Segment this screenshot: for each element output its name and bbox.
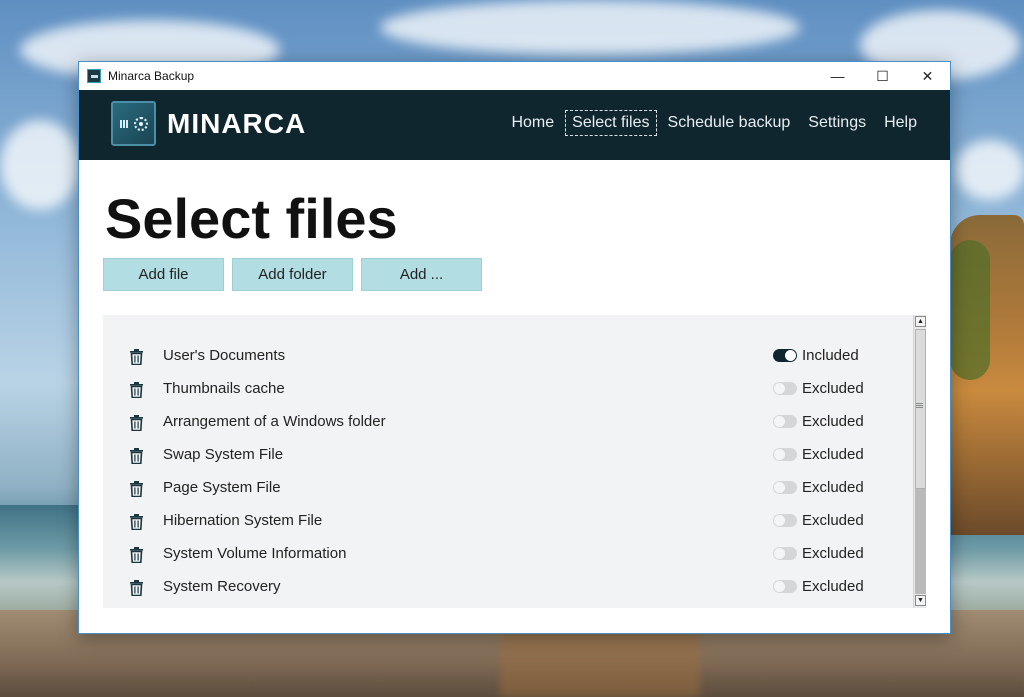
page-title: Select files	[105, 187, 398, 250]
nav-help[interactable]: Help	[877, 110, 924, 136]
include-toggle[interactable]	[773, 514, 797, 527]
list-item: Page System File Excluded	[103, 471, 913, 504]
nav-home[interactable]: Home	[504, 110, 561, 136]
scrollbar-grip-icon	[916, 403, 923, 409]
nav-select-files[interactable]: Select files	[565, 110, 657, 136]
title-bar: Minarca Backup — ☐ ✕	[79, 62, 950, 90]
action-buttons: Add file Add folder Add ...	[103, 258, 490, 291]
add-folder-button[interactable]: Add folder	[232, 258, 353, 291]
scroll-down-icon[interactable]: ▼	[915, 595, 926, 606]
nav-schedule-backup[interactable]: Schedule backup	[661, 110, 798, 136]
list-item-label: Page System File	[163, 479, 281, 496]
trash-icon[interactable]	[129, 448, 144, 464]
include-toggle[interactable]	[773, 382, 797, 395]
app-window: Minarca Backup — ☐ ✕ MINARCA Home Select…	[78, 61, 951, 634]
trash-icon[interactable]	[129, 349, 144, 365]
scroll-up-icon[interactable]: ▲	[915, 316, 926, 327]
include-status: Excluded	[802, 446, 864, 463]
trash-icon[interactable]	[129, 547, 144, 563]
close-button[interactable]: ✕	[905, 62, 950, 90]
list-item: System Recovery Excluded	[103, 570, 913, 603]
vertical-scrollbar[interactable]: ▲ ▼	[913, 315, 926, 608]
include-toggle[interactable]	[773, 448, 797, 461]
maximize-button[interactable]: ☐	[860, 62, 905, 90]
add-file-button[interactable]: Add file	[103, 258, 224, 291]
add-more-button[interactable]: Add ...	[361, 258, 482, 291]
list-item-label: Thumbnails cache	[163, 380, 285, 397]
list-item: User's Documents Included	[103, 339, 913, 372]
include-status: Excluded	[802, 380, 864, 397]
nav-settings[interactable]: Settings	[801, 110, 873, 136]
list-item: Hibernation System File Excluded	[103, 504, 913, 537]
minarca-logo-icon	[111, 101, 156, 146]
include-status: Excluded	[802, 578, 864, 595]
include-status: Excluded	[802, 413, 864, 430]
include-toggle[interactable]	[773, 415, 797, 428]
list-item: System Volume Information Excluded	[103, 537, 913, 570]
list-item: Arrangement of a Windows folder Excluded	[103, 405, 913, 438]
include-status: Included	[802, 347, 859, 364]
list-item-label: Hibernation System File	[163, 512, 323, 529]
include-toggle[interactable]	[773, 481, 797, 494]
list-item: Swap System File Excluded	[103, 438, 913, 471]
trash-icon[interactable]	[129, 580, 144, 596]
main-nav: Home Select files Schedule backup Settin…	[500, 110, 924, 136]
brand-name: MINARCA	[167, 108, 307, 139]
minimize-button[interactable]: —	[815, 62, 860, 90]
trash-icon[interactable]	[129, 514, 144, 530]
include-toggle[interactable]	[773, 547, 797, 560]
include-status: Excluded	[802, 479, 864, 496]
include-status: Excluded	[802, 512, 864, 529]
include-status: Excluded	[802, 545, 864, 562]
list-item-label: User's Documents	[163, 347, 286, 364]
list-item: Thumbnails cache Excluded	[103, 372, 913, 405]
include-toggle[interactable]	[773, 580, 797, 593]
trash-icon[interactable]	[129, 481, 144, 497]
list-item-label: System Recovery	[163, 578, 281, 595]
scrollbar-thumb[interactable]	[915, 329, 926, 489]
list-item-label: Arrangement of a Windows folder	[163, 413, 386, 430]
list-item-label: System Volume Information	[163, 545, 347, 562]
list-item-label: Swap System File	[163, 446, 284, 463]
trash-icon[interactable]	[129, 382, 144, 398]
include-toggle[interactable]	[773, 349, 797, 362]
file-pattern-list: User's Documents Included Thumbnails cache…	[103, 315, 926, 608]
window-title: Minarca Backup	[108, 69, 195, 83]
app-header: MINARCA Home Select files Schedule backu…	[79, 90, 950, 160]
scrollbar-track[interactable]	[915, 489, 926, 594]
app-icon	[87, 69, 101, 83]
trash-icon[interactable]	[129, 415, 144, 431]
